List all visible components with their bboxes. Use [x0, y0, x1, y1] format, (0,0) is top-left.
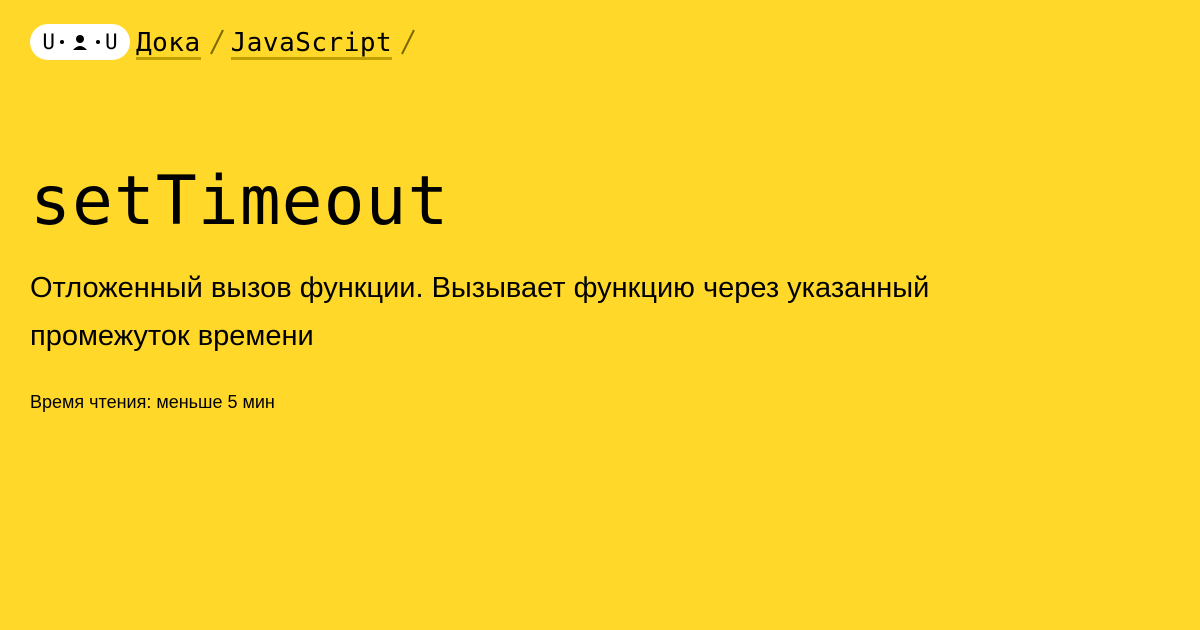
slash-separator-icon	[392, 24, 422, 60]
logo-right-letter: U	[105, 30, 118, 54]
reading-time: Время чтения: меньше 5 мин	[30, 392, 275, 412]
breadcrumb-doka-link[interactable]: Дока	[136, 24, 201, 60]
face-icon	[57, 30, 103, 54]
logo[interactable]: U U	[30, 24, 130, 60]
page-description: Отложенный вызов функции. Вызывает функц…	[30, 272, 930, 352]
header: U U Дока JavaScript	[30, 22, 422, 62]
breadcrumb-javascript-link[interactable]: JavaScript	[230, 24, 393, 60]
page-title: setTimeout	[30, 162, 450, 241]
logo-left-letter: U	[42, 30, 55, 54]
slash-separator-icon	[201, 24, 231, 60]
